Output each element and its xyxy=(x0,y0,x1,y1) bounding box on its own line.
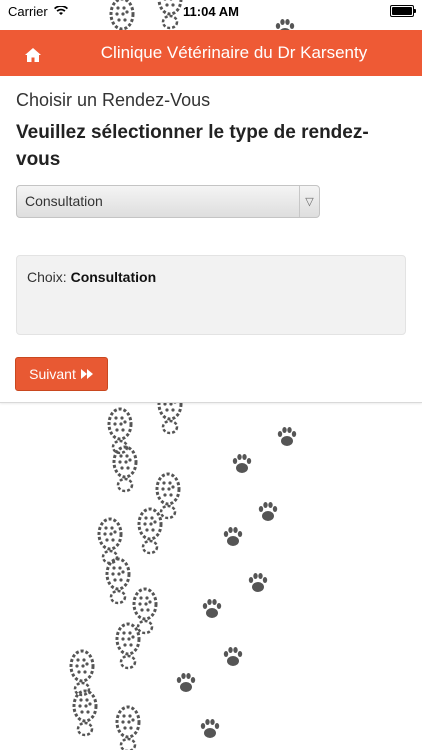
home-button[interactable] xyxy=(22,44,44,66)
choice-text: Choix: Consultation xyxy=(27,269,156,285)
page-title: Choisir un Rendez-Vous xyxy=(16,90,211,110)
select-value: Consultation xyxy=(25,193,103,209)
chevron-down-icon: ▽ xyxy=(299,186,319,217)
choice-label: Choix: xyxy=(27,269,67,285)
choice-summary: Choix: Consultation xyxy=(16,255,406,335)
app-header: Clinique Vétérinaire du Dr Karsenty xyxy=(0,30,422,76)
next-button[interactable]: Suivant xyxy=(15,357,108,391)
appointment-type-select[interactable]: Consultation ▽ xyxy=(16,185,320,218)
header-title: Clinique Vétérinaire du Dr Karsenty xyxy=(100,43,368,62)
choice-value: Consultation xyxy=(70,269,157,285)
status-time: 11:04 AM xyxy=(183,3,239,19)
home-icon xyxy=(25,48,41,62)
battery-icon xyxy=(390,5,416,17)
instruction-heading: Veuillez sélectionner le type de rendez-… xyxy=(16,122,369,170)
fast-forward-icon xyxy=(80,369,93,379)
next-button-label: Suivant xyxy=(29,366,76,382)
status-bar: Carrier 11:04 AM xyxy=(0,0,422,22)
main-content: Choisir un Rendez-Vous Veuillez sélectio… xyxy=(0,76,422,403)
